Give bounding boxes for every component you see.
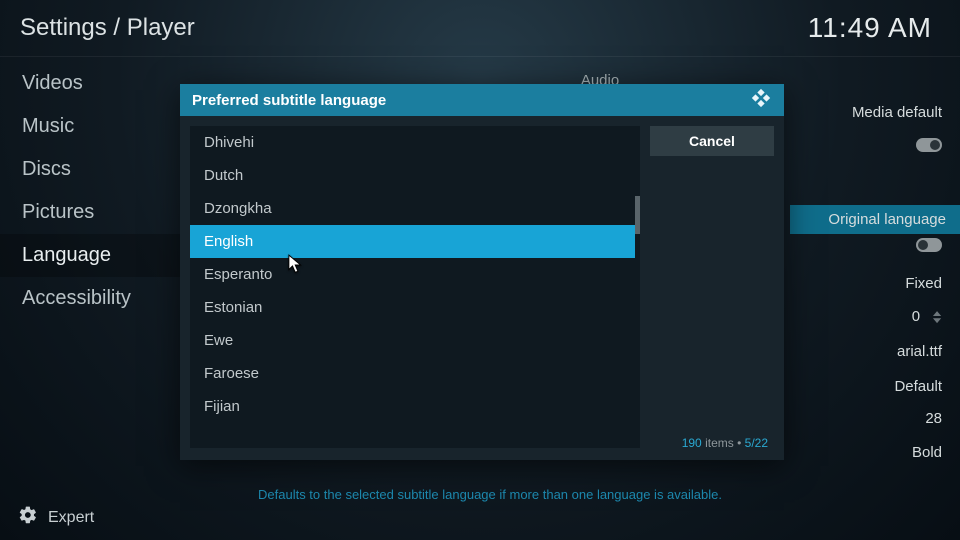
scrollbar-track[interactable] [635, 126, 640, 448]
setting-value-preferred-subtitle[interactable]: Original language [790, 205, 960, 234]
breadcrumb: Settings / Player [20, 14, 195, 42]
setting-label: Original language [828, 211, 946, 228]
dialog-list[interactable]: Dhivehi Dutch Dzongkha English Esperanto… [190, 126, 640, 448]
gear-icon [18, 505, 38, 530]
setting-label: Media default [852, 104, 942, 121]
setting-value-media-default[interactable]: Media default [852, 104, 942, 121]
settings-level-label: Expert [48, 509, 94, 527]
setting-value-default[interactable]: Default [894, 378, 942, 395]
chevron-updown-icon[interactable]: ▲▼ [930, 310, 942, 324]
list-item-esperanto[interactable]: Esperanto [190, 258, 640, 291]
setting-label: 28 [925, 410, 942, 427]
setting-value-size[interactable]: 28 [925, 410, 942, 427]
setting-value-zero[interactable]: 0 ▲▼ [912, 308, 942, 325]
cancel-button[interactable]: Cancel [650, 126, 774, 156]
clock: 11:49 AM [808, 12, 932, 44]
pager-page: 5/22 [745, 436, 768, 450]
pager-items-word: items [705, 436, 734, 450]
list-item-dhivehi[interactable]: Dhivehi [190, 126, 640, 159]
setting-label: Bold [912, 444, 942, 461]
pager-sep: • [737, 436, 745, 450]
setting-hint: Defaults to the selected subtitle langua… [258, 487, 722, 502]
setting-label: Default [894, 378, 942, 395]
list-item-dzongkha[interactable]: Dzongkha [190, 192, 640, 225]
list-item-ewe[interactable]: Ewe [190, 324, 640, 357]
setting-value-style[interactable]: Bold [912, 444, 942, 461]
kodi-logo-icon [750, 87, 772, 114]
list-item-english[interactable]: English [190, 225, 640, 258]
list-item-estonian[interactable]: Estonian [190, 291, 640, 324]
dialog-pager: 190 items • 5/22 [682, 436, 768, 450]
setting-label: 0 [912, 308, 920, 325]
scrollbar-thumb[interactable] [635, 196, 640, 234]
toggle-original-language[interactable] [916, 238, 942, 252]
setting-label: arial.ttf [897, 343, 942, 360]
list-item-faroese[interactable]: Faroese [190, 357, 640, 390]
setting-value-font[interactable]: arial.ttf [897, 343, 942, 360]
dialog-title: Preferred subtitle language [192, 92, 386, 109]
toggle-media-default[interactable] [916, 138, 942, 152]
dialog-preferred-subtitle-language: Preferred subtitle language Dhivehi Dutc… [180, 84, 784, 460]
setting-value-fixed[interactable]: Fixed [905, 275, 942, 292]
dialog-side: Cancel [650, 126, 774, 156]
header-bar: Settings / Player 11:49 AM [0, 0, 960, 56]
pager-total: 190 [682, 436, 702, 450]
list-item-dutch[interactable]: Dutch [190, 159, 640, 192]
settings-level-button[interactable]: Expert [18, 505, 94, 530]
setting-label: Fixed [905, 275, 942, 292]
list-item-fijian[interactable]: Fijian [190, 390, 640, 423]
dialog-header: Preferred subtitle language [180, 84, 784, 116]
